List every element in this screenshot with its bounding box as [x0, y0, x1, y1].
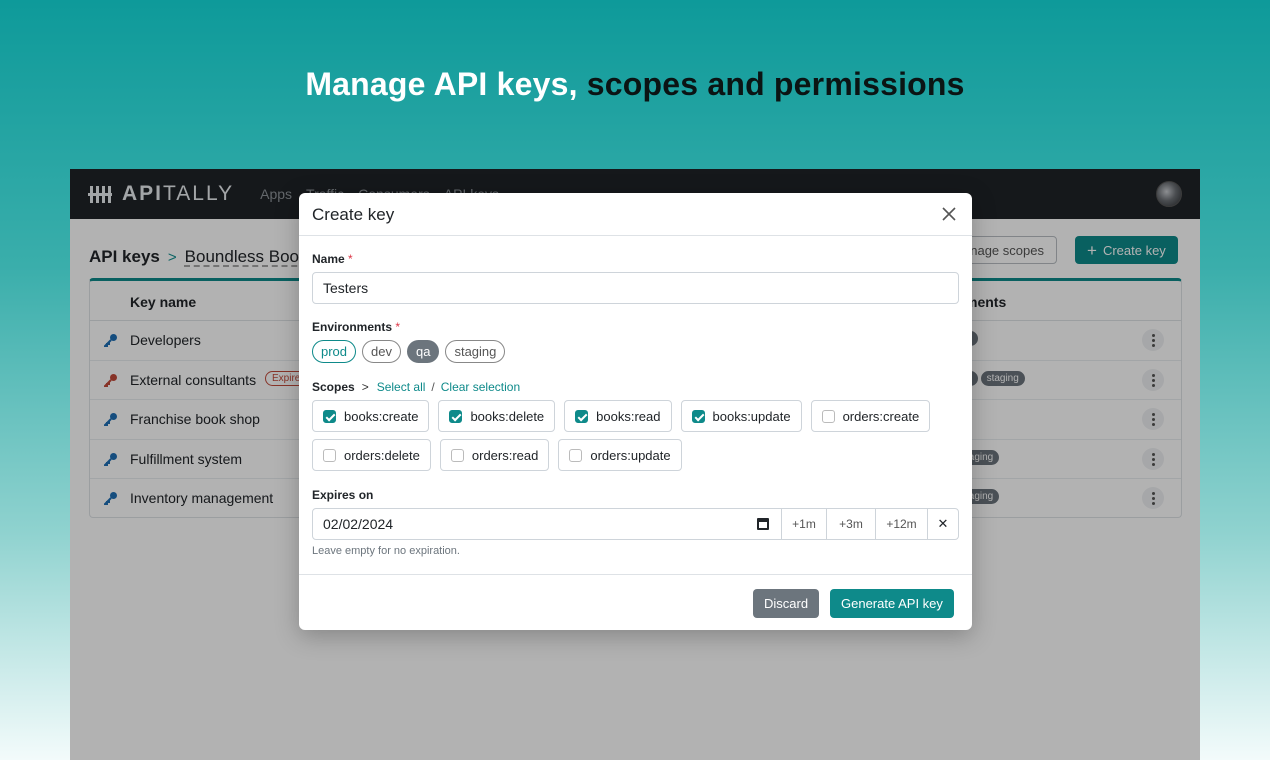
modal-header: Create key [299, 193, 972, 236]
link-separator: / [431, 380, 435, 394]
headline-part2: scopes and permissions [586, 66, 965, 102]
scope-orders-delete[interactable]: orders:delete [312, 439, 431, 471]
env-pill-prod[interactable]: prod [312, 340, 357, 363]
expires-date-input[interactable]: 02/02/2024 [313, 509, 781, 539]
discard-button[interactable]: Discard [753, 589, 820, 618]
modal-title: Create key [312, 205, 395, 224]
generate-api-key-button[interactable]: Generate API key [830, 589, 954, 618]
headline-part1: Manage API keys [305, 66, 569, 102]
name-input[interactable]: Testers [312, 272, 959, 304]
expires-date-value: 02/02/2024 [323, 516, 394, 532]
required-mark: * [395, 320, 401, 334]
expires-hint: Leave empty for no expiration. [312, 545, 460, 557]
modal-footer: Discard Generate API key [299, 574, 972, 630]
required-mark: * [348, 252, 353, 266]
environments-label: Environments * [312, 320, 401, 334]
chevron-right-icon: > [361, 380, 369, 394]
checkbox-icon[interactable] [450, 448, 464, 462]
scope-row-1: books:create books:delete books:read boo… [312, 400, 931, 432]
scope-books-create[interactable]: books:create [312, 400, 430, 432]
scope-books-update[interactable]: books:update [680, 400, 802, 432]
add-12m-button[interactable]: +12m [875, 509, 927, 539]
expires-input-group: 02/02/2024 +1m +3m +12m ✕ [312, 508, 959, 540]
checkbox-icon[interactable] [323, 409, 336, 423]
checkbox-icon[interactable] [575, 409, 589, 423]
clear-selection-link[interactable]: Clear selection [441, 380, 520, 394]
add-1m-button[interactable]: +1m [781, 509, 826, 539]
scopes-header: Scopes > Select all / Clear selection [312, 380, 520, 394]
create-key-modal: Create key Name * Testers Environments *… [299, 193, 972, 630]
checkbox-icon[interactable] [569, 448, 583, 462]
page-headline: Manage API keys, scopes and permissions [0, 66, 1270, 103]
close-icon[interactable] [940, 205, 958, 223]
checkbox-icon[interactable] [323, 448, 336, 462]
env-pill-dev[interactable]: dev [362, 340, 401, 363]
select-all-link[interactable]: Select all [377, 380, 426, 394]
calendar-icon[interactable] [757, 518, 769, 530]
checkbox-icon[interactable] [821, 409, 835, 423]
scope-books-delete[interactable]: books:delete [438, 400, 556, 432]
checkbox-icon[interactable] [691, 409, 705, 423]
scope-books-read[interactable]: books:read [564, 400, 672, 432]
scope-orders-create[interactable]: orders:create [810, 400, 931, 432]
scope-row-2: orders:delete orders:read orders:update [312, 439, 682, 471]
headline-comma: , [568, 66, 587, 102]
name-label: Name * [312, 252, 353, 266]
scope-orders-read[interactable]: orders:read [439, 439, 550, 471]
add-3m-button[interactable]: +3m [826, 509, 875, 539]
clear-date-button[interactable]: ✕ [927, 509, 958, 539]
env-pill-qa[interactable]: qa [407, 340, 440, 363]
checkbox-icon[interactable] [449, 409, 463, 423]
scopes-label: Scopes [312, 380, 355, 394]
scope-orders-update[interactable]: orders:update [558, 439, 682, 471]
environment-selector: prod dev qa staging [312, 340, 506, 363]
expires-label: Expires on [312, 488, 374, 502]
env-pill-staging[interactable]: staging [445, 340, 506, 363]
